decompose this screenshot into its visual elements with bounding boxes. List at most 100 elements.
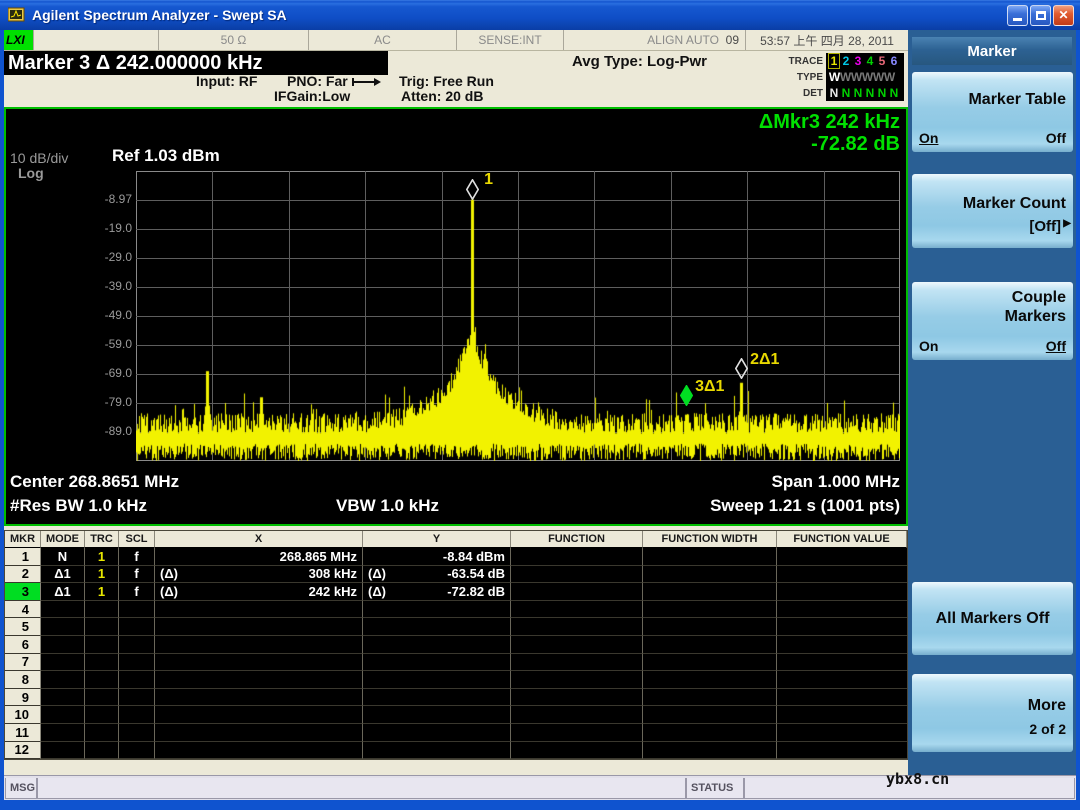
ifgain-indicator: IFGain:Low — [274, 88, 351, 104]
status-label: STATUS — [686, 778, 744, 799]
marker-table-cell — [643, 671, 777, 689]
marker-table-cell — [511, 653, 643, 672]
trace-indicator-glyph: N — [877, 86, 887, 100]
marker-table-cell — [643, 583, 777, 601]
cell-value: 242 kHz — [308, 583, 357, 599]
marker-table-row[interactable]: 6 — [5, 635, 907, 654]
align-indicator: ALIGN AUTO 09 — [564, 30, 746, 50]
couple-markers-button[interactable]: Couple Markers On Off — [912, 282, 1073, 360]
y-axis-tick-label: -59.0 — [104, 337, 132, 351]
marker-table-cell — [777, 706, 907, 724]
y-axis-tick-label: -79.0 — [104, 395, 132, 409]
y-axis-tick-label: -69.0 — [104, 366, 132, 380]
sense-indicator: SENSE:INT — [457, 30, 564, 50]
scale-label: 10 dB/div — [10, 150, 69, 166]
marker-table-cell — [119, 706, 155, 724]
marker-table-cell: 12 — [5, 741, 41, 760]
marker-1-diamond-icon[interactable] — [465, 178, 479, 200]
marker-table-off-option[interactable]: Off — [1046, 130, 1066, 146]
close-button[interactable]: ✕ — [1053, 4, 1074, 26]
marker-table-cell — [155, 635, 363, 654]
couple-markers-on-option[interactable]: On — [919, 338, 938, 354]
marker-table-cell — [643, 741, 777, 760]
marker-table-button[interactable]: Marker Table On Off — [912, 72, 1073, 152]
spectrum-display: ΔMkr3 242 kHz -72.82 dB 10 dB/div Ref 1.… — [4, 107, 908, 526]
marker-table-cell — [777, 601, 907, 619]
marker-table-on-option[interactable]: On — [919, 130, 938, 146]
marker-table-cell — [363, 723, 511, 742]
marker-table-cell: 8 — [5, 671, 41, 689]
delta-prefix: (Δ) — [160, 583, 179, 599]
marker-table-cell: (Δ) 308 kHz — [155, 565, 363, 584]
marker-table-row[interactable]: 1 N 1 f 268.865 MHz -8.84 dBm — [5, 548, 907, 566]
marker-1-label: 1 — [484, 170, 494, 188]
marker-table-cell — [119, 741, 155, 760]
res-bw-label: #Res BW 1.0 kHz — [10, 496, 147, 515]
marker-table-row[interactable]: 7 — [5, 653, 907, 672]
sidebar-title: Marker — [912, 37, 1072, 65]
delta-marker-readout: ΔMkr3 242 kHz -72.82 dB — [759, 111, 900, 155]
delta-marker-freq: ΔMkr3 242 kHz — [758, 111, 900, 133]
marker-table-cell: 1 — [5, 548, 41, 566]
marker-table-row[interactable]: 3 Δ1 1 f (Δ) 242 kHz (Δ) -72.82 dB — [5, 583, 907, 601]
app-icon — [8, 7, 25, 22]
marker-table-row[interactable]: 12 — [5, 741, 907, 760]
marker-count-button[interactable]: Marker Count ▶ [Off] — [912, 174, 1073, 248]
marker-table-cell — [41, 706, 85, 724]
marker-table-cell — [511, 618, 643, 636]
marker-3-diamond-icon[interactable] — [679, 385, 693, 407]
trace-detectors: NNNNNN — [826, 85, 904, 101]
marker-table-cell — [511, 635, 643, 654]
marker-table-row[interactable]: 8 — [5, 671, 907, 689]
marker-table-row[interactable]: 4 — [5, 600, 907, 619]
marker-table-row[interactable]: 9 — [5, 688, 907, 707]
marker-table-cell — [155, 653, 363, 672]
trace-types: WWWWWW — [826, 69, 904, 85]
marker-table: MKR MODE TRC SCL X Y FUNCTION FUNCTION WIDTH FUN… — [4, 530, 908, 761]
marker-table-cell — [41, 723, 85, 742]
span-label: Span 1.000 MHz — [771, 472, 901, 491]
marker-table-cell: f — [119, 548, 155, 566]
trace-indicator-glyph: N — [865, 86, 875, 100]
marker-table-cell: 5 — [5, 618, 41, 636]
marker-table-cell: 1 — [85, 565, 119, 584]
marker-table-cell — [511, 688, 643, 707]
center-freq-label: Center 268.8651 MHz — [10, 472, 180, 491]
couple-markers-label-1: Couple — [1011, 289, 1066, 306]
marker-table-cell — [643, 635, 777, 654]
marker-table-cell — [119, 671, 155, 689]
trace-indicator-glyph: W — [850, 70, 862, 84]
impedance-indicator: 50 Ω — [159, 30, 309, 50]
window-titlebar[interactable]: Agilent Spectrum Analyzer - Swept SA ✕ — [0, 0, 1080, 30]
minimize-button[interactable] — [1007, 4, 1028, 26]
marker-table-row[interactable]: 10 — [5, 706, 907, 724]
cell-value: -63.54 dB — [447, 566, 505, 582]
marker-table-cell — [777, 618, 907, 636]
minimize-icon — [1013, 18, 1022, 21]
trace-indicator-glyph: N — [889, 86, 899, 100]
trace-indicator: TRACE 123456 TYPE WWWWWW DET NNNNNN — [772, 53, 908, 103]
delta-prefix: (Δ) — [160, 566, 179, 582]
marker-2-diamond-icon[interactable] — [734, 358, 748, 380]
marker-table-row[interactable]: 2 Δ1 1 f (Δ) 308 kHz (Δ) -63.54 dB — [5, 565, 907, 584]
marker-table-cell — [85, 723, 119, 742]
marker-table-row[interactable]: 11 — [5, 723, 907, 742]
trace-indicator-glyph: W — [839, 70, 851, 84]
more-button[interactable]: More 2 of 2 — [912, 674, 1073, 752]
trace-indicator-glyph: N — [853, 86, 863, 100]
marker-table-cell — [643, 565, 777, 584]
maximize-button[interactable] — [1030, 4, 1051, 26]
marker-table-cell — [41, 653, 85, 672]
all-markers-off-button[interactable]: All Markers Off — [912, 582, 1073, 655]
marker-table-cell — [119, 600, 155, 619]
marker-table-header-cell: FUNCTION — [511, 531, 643, 548]
clock-hour: 09 — [725, 33, 739, 47]
marker-table-cell — [85, 653, 119, 672]
trace-indicator-glyph: W — [861, 70, 873, 84]
trace-indicator-glyph: 1 — [828, 53, 840, 69]
couple-markers-off-option[interactable]: Off — [1046, 338, 1066, 354]
marker-table-row[interactable]: 5 — [5, 618, 907, 636]
marker-table-cell: N — [41, 548, 85, 566]
marker-table-cell — [119, 688, 155, 707]
marker-table-header: MKR MODE TRC SCL X Y FUNCTION FUNCTION WIDTH FUN… — [5, 531, 907, 548]
